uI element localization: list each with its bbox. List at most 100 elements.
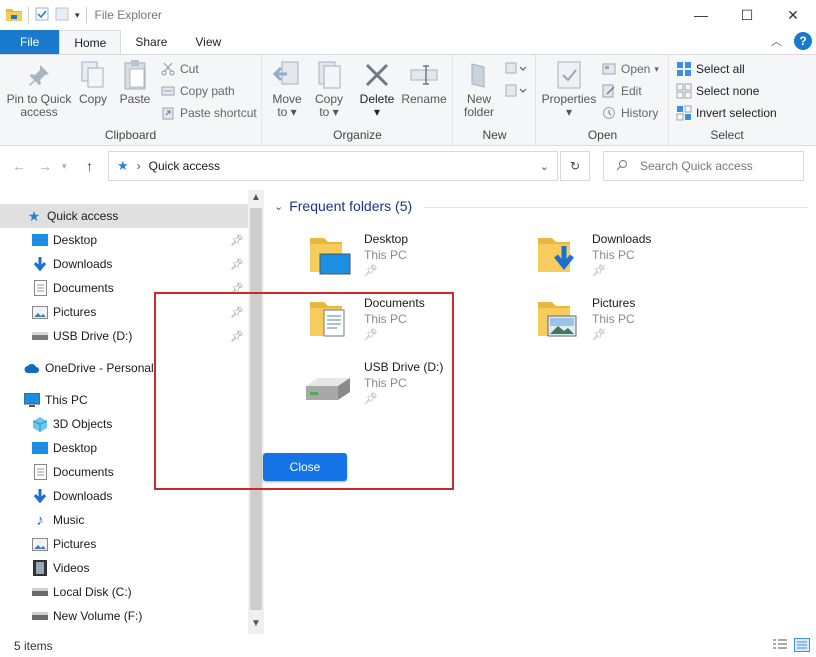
refresh-button[interactable]: ↻ [560, 151, 590, 181]
maximize-button[interactable]: ☐ [724, 0, 770, 30]
new-folder-qat-icon[interactable] [55, 7, 69, 24]
tab-view[interactable]: View [181, 30, 235, 54]
large-icons-view-icon[interactable] [794, 638, 810, 655]
copy-path-label: Copy path [180, 84, 235, 98]
cut-button[interactable]: Cut [160, 59, 199, 79]
copy-to-button[interactable]: Copy to ▾ [311, 59, 347, 119]
pin-icon [23, 59, 55, 91]
nav-pc-new-volume[interactable]: New Volume (F:) [0, 604, 248, 628]
select-none-icon [676, 83, 692, 99]
customize-qat-icon[interactable]: ▾ [75, 10, 80, 21]
frequent-folders-header[interactable]: ⌄ Frequent folders (5) [274, 198, 412, 214]
history-button[interactable]: History [601, 103, 658, 123]
properties-qat-icon[interactable] [35, 7, 49, 24]
properties-check-icon [553, 59, 585, 91]
details-view-icon[interactable] [772, 638, 788, 655]
pin-icon: 📌︎ [364, 265, 378, 277]
paste-shortcut-icon [160, 105, 176, 121]
recent-locations-icon[interactable]: ▾ [62, 161, 67, 172]
item-count: 5 items [14, 638, 53, 653]
pin-icon[interactable]: 📌︎ [230, 234, 244, 247]
forward-arrow-icon[interactable]: → [38, 158, 52, 174]
ribbon-tabs: File Home Share View ︿ ? [0, 30, 816, 54]
select-all-button[interactable]: Select all [676, 59, 745, 79]
document-icon [32, 464, 48, 480]
address-bar[interactable]: ★ › Quick access ⌄ [108, 151, 558, 181]
tab-home[interactable]: Home [59, 30, 122, 54]
delete-button[interactable]: Delete ▾ [357, 59, 397, 119]
folder-tile-desktop[interactable]: Desktop This PC 📌︎ [308, 232, 528, 292]
open-label: Open [621, 62, 651, 76]
breadcrumb[interactable]: Quick access [149, 159, 220, 173]
close-button[interactable]: Close [263, 453, 347, 481]
divider [28, 7, 29, 23]
address-dropdown-icon[interactable]: ⌄ [540, 160, 549, 173]
select-none-label: Select none [696, 84, 760, 98]
nav-label: New Volume (F:) [53, 609, 143, 623]
pin-quick-access-button[interactable]: Pin to Quick access [4, 59, 74, 119]
move-to-button[interactable]: Move to ▾ [269, 59, 305, 119]
nav-label: Pictures [53, 537, 97, 551]
easy-access-button[interactable] [504, 83, 527, 102]
desktop-folder-icon [308, 232, 358, 282]
collapse-ribbon-icon[interactable]: ︿ [771, 33, 782, 49]
nav-label: This PC [45, 393, 88, 407]
folder-location: This PC [592, 248, 635, 262]
copy-icon [77, 59, 109, 91]
open-group: Properties ▾ Open ▾ Edit History Open [537, 55, 669, 145]
nav-pc-videos[interactable]: Videos [0, 556, 248, 580]
copy-button[interactable]: Copy [74, 59, 112, 106]
copy-path-button[interactable]: Copy path [160, 81, 235, 101]
new-item-button[interactable] [504, 61, 527, 80]
rename-label: Rename [401, 92, 447, 106]
scroll-up-icon[interactable]: ▲ [251, 192, 261, 203]
scroll-down-icon[interactable]: ▼ [251, 618, 261, 629]
back-arrow-icon[interactable]: ← [12, 158, 26, 174]
folder-location: This PC [364, 248, 407, 262]
up-arrow-icon[interactable]: ↑ [86, 158, 93, 174]
open-button[interactable]: Open ▾ [601, 59, 659, 79]
folder-tile-downloads[interactable]: Downloads This PC 📌︎ [536, 232, 756, 292]
download-arrow-icon [32, 256, 48, 272]
ribbon: Pin to Quick access Copy Paste Cut Copy … [0, 54, 816, 146]
organize-group-label: Organize [333, 128, 382, 142]
new-folder-button[interactable]: New folder [458, 59, 500, 119]
nav-label: Documents [53, 465, 114, 479]
paste-shortcut-button[interactable]: Paste shortcut [160, 103, 257, 123]
nav-label: Documents [53, 281, 114, 295]
nav-label: OneDrive - Personal [45, 361, 154, 375]
select-none-button[interactable]: Select none [676, 81, 759, 101]
tab-share[interactable]: Share [121, 30, 181, 54]
desktop-icon [32, 440, 48, 456]
nav-qa-desktop[interactable]: Desktop 📌︎ [0, 228, 248, 252]
nav-quick-access[interactable]: ★ Quick access [0, 204, 248, 228]
search-box[interactable]: Search Quick access [603, 151, 804, 181]
address-row: ← → ▾ ↑ ★ › Quick access ⌄ ↻ Search Quic… [0, 150, 816, 182]
open-dropdown-icon: ▾ [654, 63, 659, 74]
properties-dropdown-icon: ▾ [565, 105, 573, 119]
rename-button[interactable]: Rename [401, 59, 447, 106]
nav-pc-local-disk[interactable]: Local Disk (C:) [0, 580, 248, 604]
help-icon[interactable]: ? [794, 32, 812, 50]
folder-tile-pictures[interactable]: Pictures This PC 📌︎ [536, 296, 756, 356]
3d-cube-icon [32, 416, 48, 432]
minimize-button[interactable]: — [678, 0, 724, 30]
quick-access-star-icon: ★ [117, 158, 129, 173]
close-window-button[interactable]: ✕ [770, 0, 816, 30]
tab-file[interactable]: File [0, 30, 60, 54]
invert-selection-button[interactable]: Invert selection [676, 103, 777, 123]
nav-pc-music[interactable]: ♪ Music [0, 508, 248, 532]
edit-button[interactable]: Edit [601, 81, 642, 101]
scissors-icon [160, 61, 176, 77]
pin-icon[interactable]: 📌︎ [230, 258, 244, 271]
properties-button[interactable]: Properties ▾ [539, 59, 599, 119]
nav-pc-pictures[interactable]: Pictures [0, 532, 248, 556]
paste-button[interactable]: Paste [116, 59, 154, 106]
history-icon [601, 105, 617, 121]
delete-x-icon [361, 59, 393, 91]
nav-qa-downloads[interactable]: Downloads 📌︎ [0, 252, 248, 276]
search-input[interactable]: Search Quick access [640, 159, 753, 173]
new-group-label: New [482, 128, 507, 142]
music-note-icon: ♪ [36, 511, 44, 529]
usb-drive-icon [32, 328, 48, 344]
